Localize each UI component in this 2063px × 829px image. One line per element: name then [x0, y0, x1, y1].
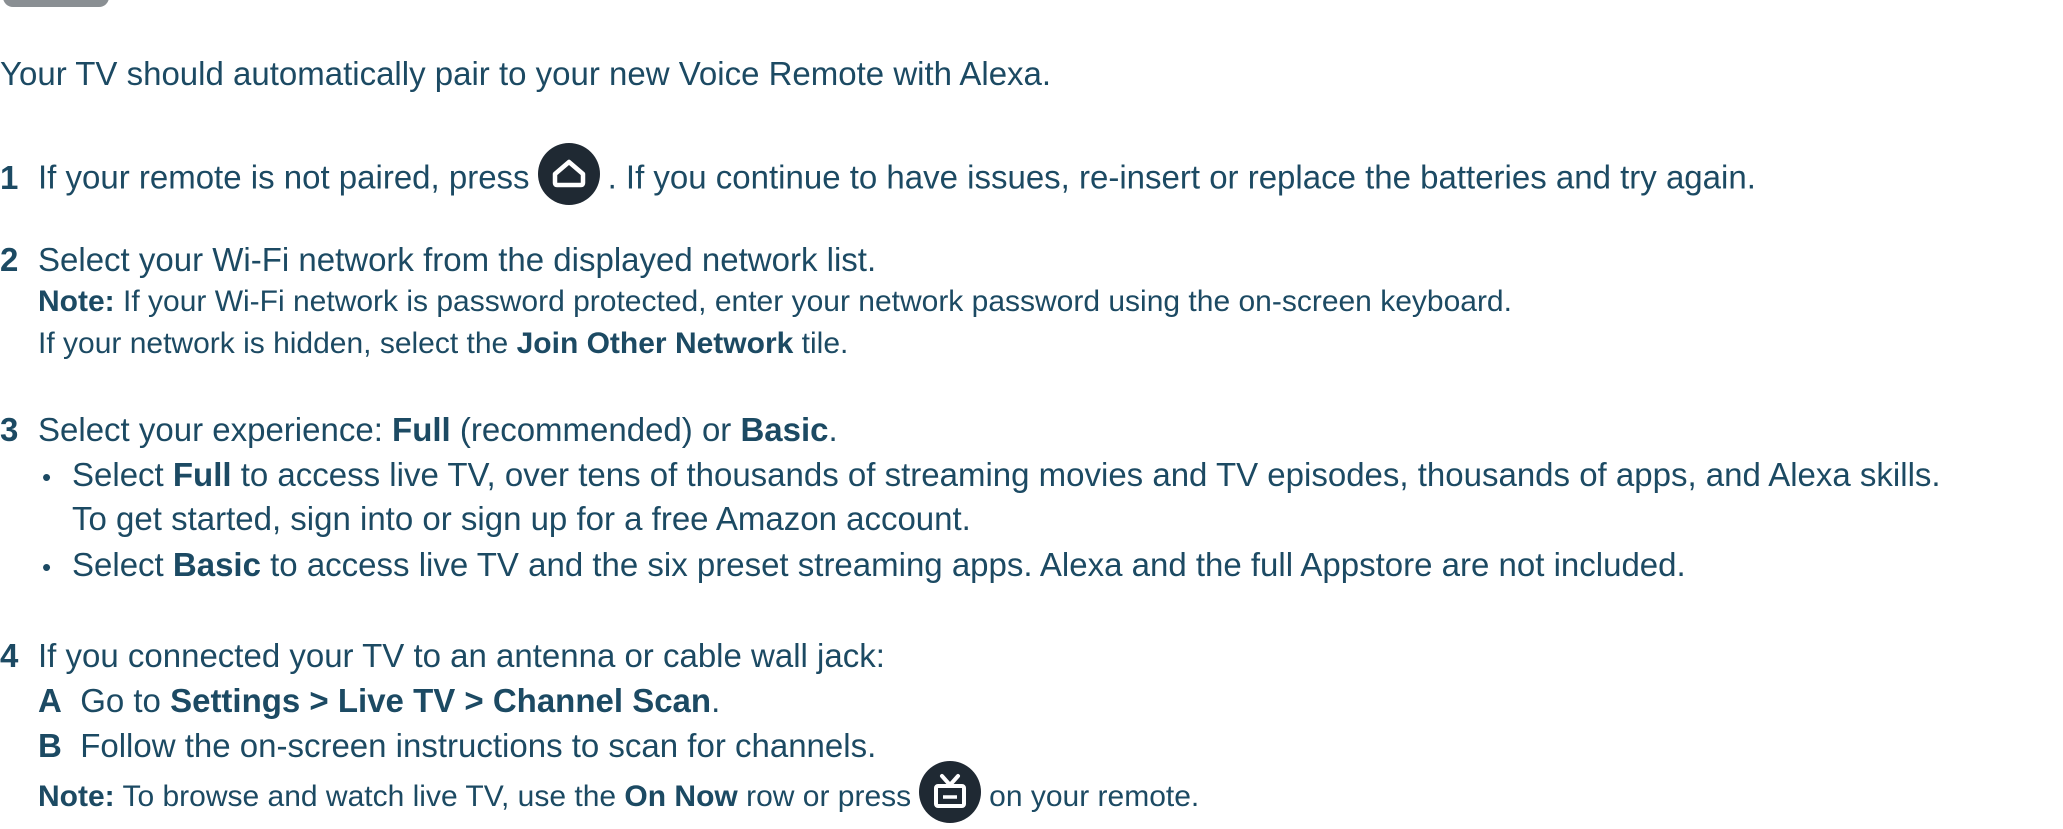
step-3-bullet-basic: • Select Basic to access live TV and the …: [38, 545, 1686, 587]
live-tv-icon: [919, 761, 982, 823]
step-number: 4: [0, 637, 19, 674]
step-3-bullet-full: • Select Full to access live TV, over ten…: [38, 455, 1941, 497]
home-icon: [537, 143, 600, 205]
header-tab-fragment: [3, 0, 109, 7]
step-1: 1 If your remote is not paired, press . I…: [0, 143, 1756, 211]
step-2-hidden-network: If your network is hidden, select the Jo…: [38, 327, 849, 360]
intro-text: Your TV should automatically pair to you…: [0, 55, 1052, 92]
step-3: 3 Select your experience: Full (recommend…: [0, 411, 838, 448]
step-2: 2 Select your Wi-Fi network from the disp…: [0, 241, 877, 278]
bullet: •: [42, 552, 52, 582]
step-4-substep-b: B Follow the on-screen instructions to s…: [38, 727, 877, 764]
instruction-page: Your TV should automatically pair to you…: [0, 0, 2063, 823]
step-4-note: Note: To browse and watch live TV, use t…: [38, 761, 1199, 829]
step-3-bullet-full-continued: To get started, sign into or sign up for…: [72, 500, 971, 537]
step-number: 2: [0, 241, 19, 278]
bullet: •: [42, 462, 52, 492]
step-4: 4 If you connected your TV to an antenna …: [0, 637, 885, 674]
step-number: 1: [0, 158, 19, 196]
step-4-substep-a: A Go to Settings > Live TV > Channel Sca…: [38, 682, 721, 719]
step-2-note: Note: If your Wi-Fi network is password …: [38, 285, 1512, 318]
step-number: 3: [0, 411, 19, 448]
